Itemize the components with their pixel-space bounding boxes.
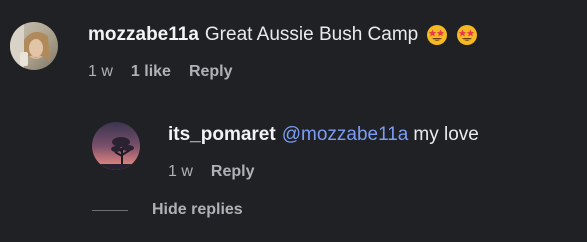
reply-username[interactable]: its_pomaret bbox=[168, 122, 276, 148]
user-avatar-image bbox=[92, 122, 140, 170]
hide-replies-button[interactable]: Hide replies bbox=[152, 200, 243, 220]
reply-button[interactable]: Reply bbox=[189, 62, 233, 82]
reply-timestamp[interactable]: 1 w bbox=[168, 162, 193, 182]
comment-username[interactable]: mozzabe11a bbox=[88, 22, 199, 48]
comment-body: mozzabe11a Great Aussie Bush Camp 1 w 1 … bbox=[88, 22, 478, 82]
star-struck-emoji-icon bbox=[426, 24, 448, 46]
star-struck-emoji-icon bbox=[456, 24, 478, 46]
divider-line bbox=[92, 209, 128, 211]
comment-text-line: mozzabe11a Great Aussie Bush Camp bbox=[88, 22, 478, 48]
comment-timestamp[interactable]: 1 w bbox=[88, 62, 113, 82]
reply-body: its_pomaret @mozzabe11a my love 1 w Repl… bbox=[168, 122, 479, 182]
reply-text: my love bbox=[413, 124, 479, 145]
user-avatar-image bbox=[10, 22, 58, 70]
comment-likes-count[interactable]: 1 like bbox=[131, 62, 171, 82]
reply-item: its_pomaret @mozzabe11a my love 1 w Repl… bbox=[92, 122, 479, 182]
comment-item: mozzabe11a Great Aussie Bush Camp 1 w 1 … bbox=[10, 22, 478, 82]
mention-link[interactable]: @mozzabe11a bbox=[282, 122, 409, 148]
avatar[interactable] bbox=[92, 122, 140, 170]
comment-meta: 1 w 1 like Reply bbox=[88, 62, 478, 82]
avatar[interactable] bbox=[10, 22, 58, 70]
hide-replies-row[interactable]: Hide replies bbox=[92, 200, 243, 220]
reply-button[interactable]: Reply bbox=[211, 162, 255, 182]
reply-meta: 1 w Reply bbox=[168, 162, 479, 182]
reply-text-line: its_pomaret @mozzabe11a my love bbox=[168, 122, 479, 148]
comment-text: Great Aussie Bush Camp bbox=[204, 24, 419, 45]
